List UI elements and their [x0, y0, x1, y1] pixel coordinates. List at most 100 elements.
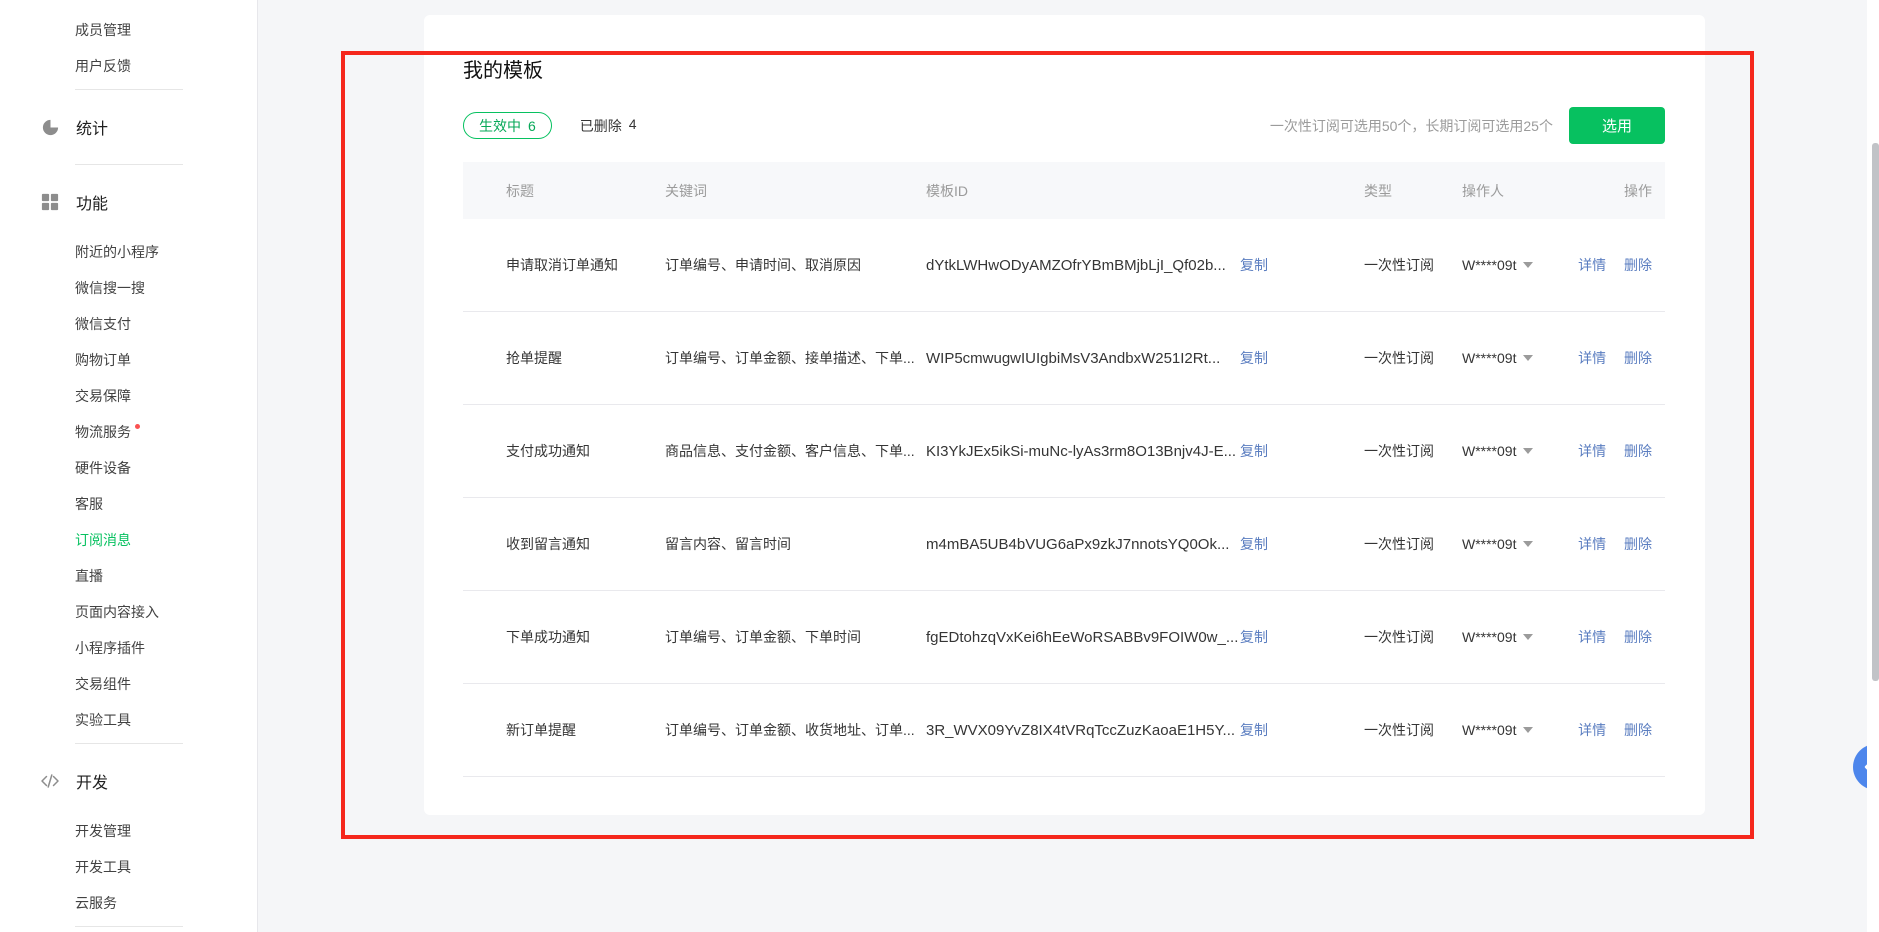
- sidebar-item-label: 实验工具: [75, 710, 131, 730]
- copy-id-link[interactable]: 复制: [1240, 255, 1268, 275]
- select-template-button[interactable]: 选用: [1569, 107, 1665, 144]
- sidebar-item[interactable]: 物流服务: [0, 414, 257, 450]
- sidebar-item[interactable]: 微信支付: [0, 306, 257, 342]
- sidebar-item[interactable]: 页面内容接入: [0, 594, 257, 630]
- sidebar-item[interactable]: 订阅消息: [0, 522, 257, 558]
- detail-link[interactable]: 详情: [1578, 629, 1606, 645]
- sidebar-item[interactable]: 微信搜一搜: [0, 270, 257, 306]
- operator-dropdown[interactable]: W****09t: [1462, 443, 1574, 459]
- template-type: 一次性订阅: [1364, 720, 1462, 740]
- sidebar-item-label: 订阅消息: [75, 530, 131, 550]
- template-id: 3R_WVX09YvZ8IX4tVRqTccZuzKaoaE1H5Y...: [926, 722, 1240, 739]
- chevron-down-icon: [1523, 355, 1533, 361]
- template-id: fgEDtohzqVxKei6hEeWoRSABBv9FOIW0w_...: [926, 629, 1240, 646]
- column-header-title: 标题: [506, 181, 665, 201]
- sidebar-item[interactable]: 实验工具: [0, 702, 257, 738]
- tab-deleted-templates[interactable]: 已删除 4: [580, 116, 637, 136]
- sidebar-item-label: 微信支付: [75, 314, 131, 334]
- sidebar-item-label: 购物订单: [75, 350, 131, 370]
- sidebar-item[interactable]: 交易保障: [0, 378, 257, 414]
- copy-id-link[interactable]: 复制: [1240, 441, 1268, 461]
- sidebar-item-label: 小程序插件: [75, 638, 145, 658]
- chevron-down-icon: [1523, 727, 1533, 733]
- copy-id-link[interactable]: 复制: [1240, 720, 1268, 740]
- sidebar-divider: [75, 89, 183, 90]
- template-id: dYtkLWHwODyAMZOfrYBmBMjbLjI_Qf02b...: [926, 257, 1240, 274]
- sidebar-section[interactable]: 功能: [0, 170, 257, 234]
- detail-link[interactable]: 详情: [1578, 536, 1606, 552]
- pie-chart-icon: [40, 117, 60, 137]
- delete-link[interactable]: 删除: [1624, 350, 1652, 366]
- sidebar-item-label: 附近的小程序: [75, 242, 159, 262]
- template-keywords: 订单编号、申请时间、取消原因: [665, 255, 926, 275]
- sidebar-section[interactable]: 开发: [0, 749, 257, 813]
- copy-id-link[interactable]: 复制: [1240, 627, 1268, 647]
- table-row: 新订单提醒 订单编号、订单金额、收货地址、订单... 3R_WVX09YvZ8I…: [463, 684, 1665, 777]
- sidebar-item-label: 直播: [75, 566, 103, 586]
- new-badge-dot: [135, 424, 140, 429]
- chevron-down-icon: [1523, 448, 1533, 454]
- operator-dropdown[interactable]: W****09t: [1462, 536, 1574, 552]
- template-title: 支付成功通知: [506, 441, 665, 461]
- table-row: 支付成功通知 商品信息、支付金额、客户信息、下单... KI3YkJEx5ikS…: [463, 405, 1665, 498]
- sidebar-item[interactable]: 成员管理: [0, 12, 257, 48]
- table-row: 抢单提醒 订单编号、订单金额、接单描述、下单... WIP5cmwugwIUIg…: [463, 312, 1665, 405]
- delete-link[interactable]: 删除: [1624, 443, 1652, 459]
- sidebar-item[interactable]: 开发管理: [0, 813, 257, 849]
- chevron-down-icon: [1523, 634, 1533, 640]
- sidebar-item[interactable]: 购物订单: [0, 342, 257, 378]
- scrollbar-thumb[interactable]: [1872, 143, 1879, 681]
- sidebar-section[interactable]: 统计: [0, 95, 257, 159]
- delete-link[interactable]: 删除: [1624, 536, 1652, 552]
- detail-link[interactable]: 详情: [1578, 257, 1606, 273]
- detail-link[interactable]: 详情: [1578, 443, 1606, 459]
- copy-id-link[interactable]: 复制: [1240, 348, 1268, 368]
- sidebar-item[interactable]: 硬件设备: [0, 450, 257, 486]
- template-title: 新订单提醒: [506, 720, 665, 740]
- tab-active-templates[interactable]: 生效中 6: [463, 112, 552, 139]
- template-id: m4mBA5UB4bVUG6aPx9zkJ7nnotsYQ0Ok...: [926, 536, 1240, 553]
- detail-link[interactable]: 详情: [1578, 350, 1606, 366]
- sidebar-item-label: 硬件设备: [75, 458, 131, 478]
- delete-link[interactable]: 删除: [1624, 722, 1652, 738]
- template-type: 一次性订阅: [1364, 348, 1462, 368]
- sidebar-item[interactable]: 交易组件: [0, 666, 257, 702]
- operator-name: W****09t: [1462, 722, 1516, 738]
- sidebar-item[interactable]: 直播: [0, 558, 257, 594]
- operator-dropdown[interactable]: W****09t: [1462, 350, 1574, 366]
- copy-id-link[interactable]: 复制: [1240, 534, 1268, 554]
- operator-name: W****09t: [1462, 629, 1516, 645]
- delete-link[interactable]: 删除: [1624, 257, 1652, 273]
- column-header-operator: 操作人: [1462, 181, 1574, 201]
- sidebar-item[interactable]: 小程序插件: [0, 630, 257, 666]
- column-header-type: 类型: [1364, 181, 1462, 201]
- table-row: 申请取消订单通知 订单编号、申请时间、取消原因 dYtkLWHwODyAMZOf…: [463, 219, 1665, 312]
- sidebar: 成员管理用户反馈统计功能附近的小程序微信搜一搜微信支付购物订单交易保障物流服务硬…: [0, 0, 258, 932]
- page-scrollbar: [1867, 0, 1879, 932]
- template-keywords: 留言内容、留言时间: [665, 534, 926, 554]
- operator-dropdown[interactable]: W****09t: [1462, 722, 1574, 738]
- sidebar-item[interactable]: 客服: [0, 486, 257, 522]
- sidebar-item[interactable]: 云服务: [0, 885, 257, 921]
- sidebar-item[interactable]: 附近的小程序: [0, 234, 257, 270]
- template-type: 一次性订阅: [1364, 627, 1462, 647]
- column-header-actions: 操作: [1574, 181, 1665, 201]
- sidebar-item[interactable]: 用户反馈: [0, 48, 257, 84]
- template-title: 申请取消订单通知: [506, 255, 665, 275]
- sidebar-section-label: 开发: [76, 769, 108, 793]
- my-templates-panel: 我的模板 生效中 6 已删除 4 一次性订阅可选用50个，长期订阅可选用25个 …: [424, 15, 1705, 815]
- template-id: WIP5cmwugwIUIgbiMsV3AndbxW251I2Rt...: [926, 350, 1240, 367]
- detail-link[interactable]: 详情: [1578, 722, 1606, 738]
- sidebar-divider: [75, 164, 183, 165]
- table-row: 下单成功通知 订单编号、订单金额、下单时间 fgEDtohzqVxKei6hEe…: [463, 591, 1665, 684]
- delete-link[interactable]: 删除: [1624, 629, 1652, 645]
- table-header-row: 标题 关键词 模板ID 类型 操作人 操作: [463, 162, 1665, 219]
- sidebar-divider: [75, 743, 183, 744]
- operator-dropdown[interactable]: W****09t: [1462, 257, 1574, 273]
- operator-dropdown[interactable]: W****09t: [1462, 629, 1574, 645]
- template-keywords: 商品信息、支付金额、客户信息、下单...: [665, 441, 926, 461]
- toolbar: 生效中 6 已删除 4 一次性订阅可选用50个，长期订阅可选用25个 选用: [463, 107, 1665, 144]
- tab-deleted-count: 4: [629, 116, 637, 136]
- sidebar-item[interactable]: 开发工具: [0, 849, 257, 885]
- template-title: 抢单提醒: [506, 348, 665, 368]
